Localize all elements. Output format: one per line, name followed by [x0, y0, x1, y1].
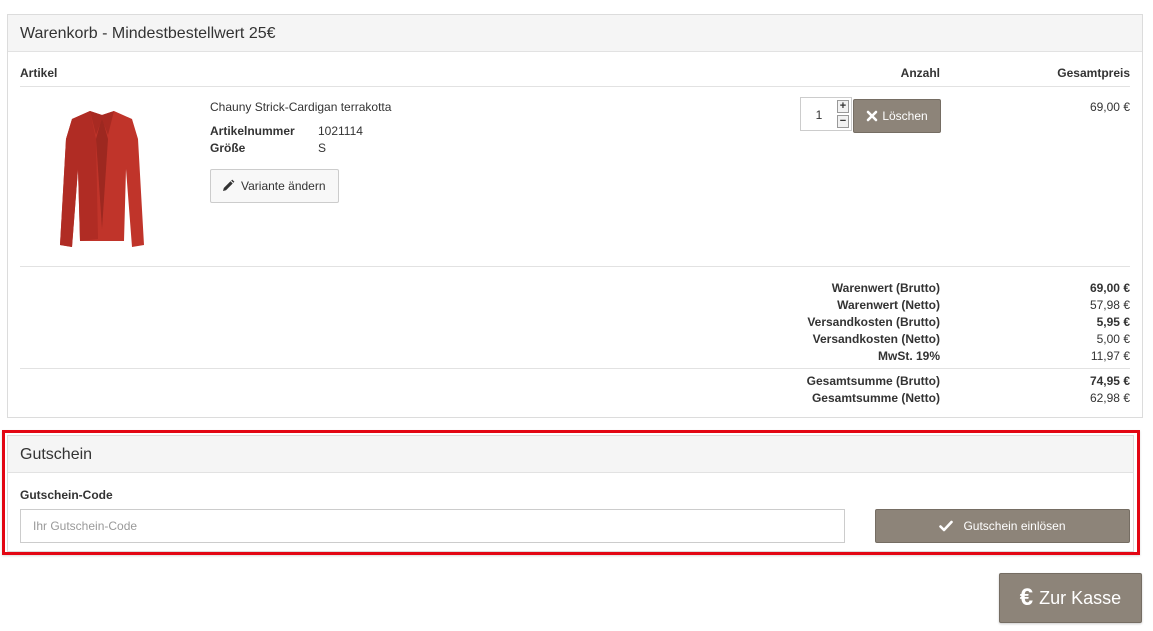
product-name[interactable]: Chauny Strick-Cardigan terrakotta — [210, 100, 391, 114]
total-label: Gesamtsumme (Brutto) — [806, 374, 940, 388]
voucher-title: Gutschein — [8, 436, 1133, 473]
summary-label: Versandkosten (Brutto) — [807, 315, 940, 329]
quantity-value[interactable]: 1 — [801, 108, 837, 122]
pencil-icon — [223, 179, 235, 191]
summary-row: Versandkosten (Netto) 5,00 € — [20, 332, 1130, 349]
quantity-plus-button[interactable]: + — [837, 100, 849, 113]
quantity-stepper[interactable]: 1 + − — [800, 97, 852, 131]
cart-column-headers: Artikel Anzahl Gesamtpreis — [20, 66, 1130, 87]
cardigan-image[interactable] — [52, 109, 152, 249]
redeem-voucher-button[interactable]: Gutschein einlösen — [875, 509, 1130, 543]
change-variant-label: Variante ändern — [241, 179, 326, 193]
total-value: 74,95 € — [1089, 374, 1130, 388]
euro-icon: € — [1019, 584, 1034, 611]
delete-button[interactable]: Löschen — [853, 99, 941, 133]
summary-label: Versandkosten (Netto) — [812, 332, 940, 346]
summary-value: 69,00 € — [1089, 281, 1130, 295]
summary-row: Warenwert (Brutto) 69,00 € — [20, 281, 1130, 298]
summary-label: Warenwert (Netto) — [837, 298, 940, 312]
article-number-value: 1021114 — [318, 124, 363, 138]
total-value: 62,98 € — [1089, 391, 1130, 405]
summary-label: MwSt. 19% — [877, 349, 940, 363]
column-quantity: Anzahl — [900, 66, 940, 80]
total-row: Gesamtsumme (Brutto) 74,95 € — [20, 374, 1130, 391]
cart-title: Warenkorb - Mindestbestellwert 25€ — [8, 15, 1142, 52]
voucher-code-label: Gutschein-Code — [20, 488, 113, 502]
size-value: S — [318, 141, 327, 155]
close-icon — [867, 110, 878, 122]
article-number-row: Artikelnummer 1021114 — [210, 124, 363, 138]
cart-panel: Warenkorb - Mindestbestellwert 25€ Artik… — [7, 14, 1143, 418]
line-price: 69,00 € — [1089, 100, 1130, 114]
total-label: Gesamtsumme (Netto) — [811, 391, 940, 405]
article-number-label: Artikelnummer — [210, 124, 295, 138]
voucher-code-input[interactable] — [20, 509, 845, 543]
summary-value: 5,00 € — [1096, 332, 1130, 346]
quantity-minus-button[interactable]: − — [837, 115, 849, 128]
column-article: Artikel — [20, 66, 58, 80]
checkout-button[interactable]: € Zur Kasse — [999, 573, 1142, 623]
summary-value: 5,95 € — [1096, 315, 1130, 329]
summary-row: Versandkosten (Brutto) 5,95 € — [20, 315, 1130, 332]
divider — [20, 266, 1130, 267]
total-row: Gesamtsumme (Netto) 62,98 € — [20, 391, 1130, 408]
delete-label: Löschen — [882, 109, 928, 123]
size-label: Größe — [210, 141, 246, 155]
summary-row: Warenwert (Netto) 57,98 € — [20, 298, 1130, 315]
checkmark-icon — [939, 520, 954, 532]
column-total: Gesamtpreis — [1057, 66, 1130, 80]
summary-value: 57,98 € — [1089, 298, 1130, 312]
size-row: Größe S — [210, 141, 326, 155]
voucher-panel: Gutschein Gutschein-Code Gutschein einlö… — [7, 435, 1134, 552]
checkout-label: Zur Kasse — [1039, 587, 1122, 608]
summary-label: Warenwert (Brutto) — [831, 281, 940, 295]
divider — [20, 368, 1130, 369]
summary-row: MwSt. 19% 11,97 € — [20, 349, 1130, 366]
change-variant-button[interactable]: Variante ändern — [210, 169, 339, 203]
redeem-voucher-label: Gutschein einlösen — [963, 519, 1066, 533]
summary-value: 11,97 € — [1090, 349, 1130, 363]
